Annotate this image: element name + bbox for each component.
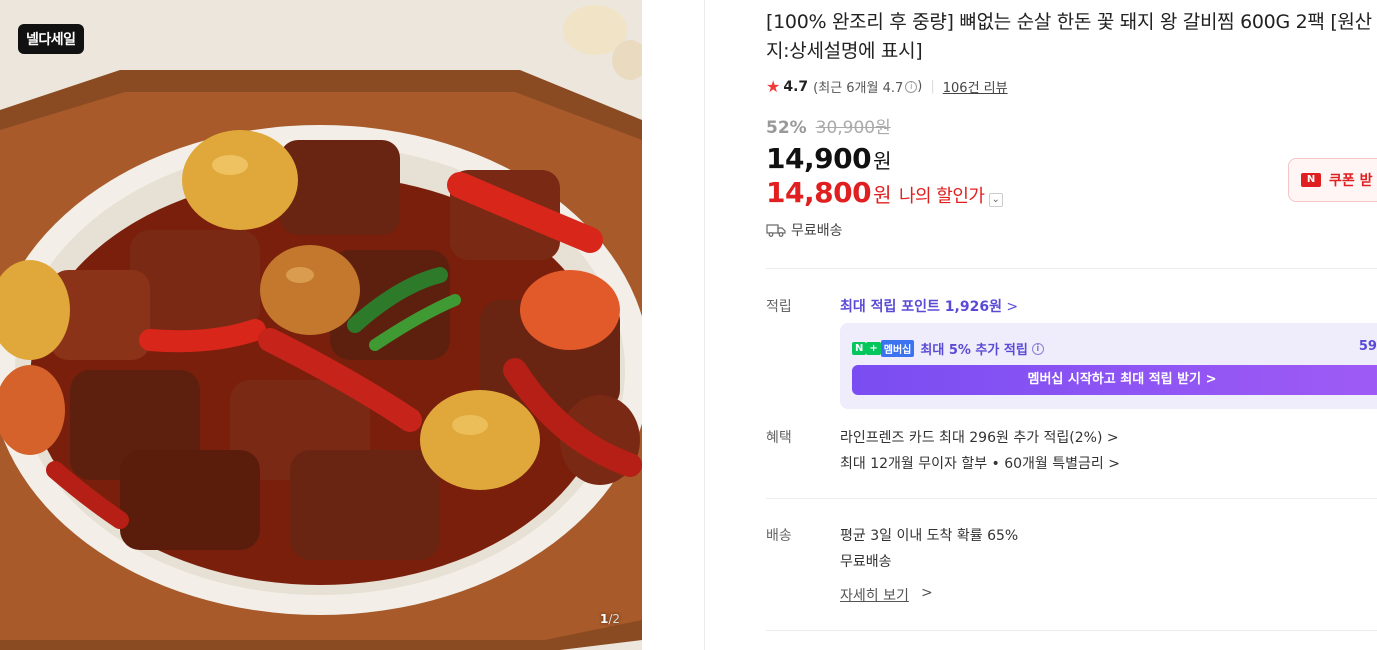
my-discount-price[interactable]: 14,800 원 나의 할인가 ⌄ [766, 176, 1003, 209]
info-icon[interactable]: i [1031, 342, 1044, 355]
membership-box: N + 멤버십 최대 5% 추가 적립 i 592 멤버십 시작하고 최대 적립… [840, 323, 1377, 409]
delivery-label: 배송 [766, 528, 792, 544]
membership-amount: 592 [1358, 339, 1377, 354]
free-shipping-row: 무료배송 [766, 220, 843, 240]
discount-row: 52% 30,900원 [766, 113, 891, 138]
chevron-down-icon[interactable]: ⌄ [988, 193, 1003, 207]
truck-icon [766, 224, 786, 237]
divider [766, 630, 1377, 631]
my-price-value: 14,800 [766, 176, 872, 209]
coupon-label: 쿠폰 받 [1329, 173, 1373, 189]
membership-start-button[interactable]: 멤버십 시작하고 최대 적립 받기 > [852, 365, 1377, 395]
sale-price: 14,900 원 [766, 142, 891, 175]
max-points-link[interactable]: 최대 적립 포인트 1,926원 > [840, 296, 1018, 316]
membership-extra-text: 최대 5% 추가 적립 [920, 343, 1028, 358]
product-image[interactable]: 넬다세일 1/2 [0, 0, 642, 650]
delivery-free: 무료배송 [840, 554, 892, 570]
price-unit: 원 [873, 149, 891, 173]
rating-recent-close: ) [917, 79, 923, 94]
discount-rate: 52% [766, 118, 807, 138]
rating-recent: (최근 6개월 4.7 [813, 81, 904, 96]
original-price: 30,900원 [815, 118, 891, 138]
page-total: /2 [608, 612, 620, 626]
divider [766, 268, 1377, 269]
rating-row: ★ 4.7 (최근 6개월 4.7 i ) | 106건 리뷰 [766, 77, 1008, 96]
braised-short-ribs-photo [0, 0, 642, 650]
my-price-label: 나의 할인가 [898, 186, 985, 207]
my-price-unit: 원 [873, 183, 891, 207]
reviews-link[interactable]: 106건 리뷰 [943, 77, 1008, 96]
delivery-probability: 평균 3일 이내 도착 확률 65% [840, 528, 1019, 544]
max-points-text: 최대 적립 포인트 1,926원 [840, 299, 1002, 315]
rating-score: 4.7 [783, 78, 809, 95]
chevron-right-icon: > [1001, 299, 1019, 315]
points-label: 적립 [766, 299, 792, 315]
n-coupon-icon: N [1301, 173, 1321, 187]
product-title: [100% 완조리 후 중량] 뼈없는 순살 한돈 꽃 돼지 왕 갈비찜 600… [766, 11, 1372, 62]
info-icon[interactable]: i [905, 80, 918, 93]
divider [766, 498, 1377, 499]
column-divider [704, 0, 705, 650]
image-pager: 1/2 [600, 612, 620, 626]
free-shipping-text: 무료배송 [791, 223, 843, 239]
sale-badge: 넬다세일 [18, 24, 84, 54]
benefits-label: 혜택 [766, 430, 792, 446]
coupon-button[interactable]: N 쿠폰 받 [1288, 158, 1377, 202]
card-benefit-link[interactable]: 라인프렌즈 카드 최대 296원 추가 적립(2%) > [840, 427, 1119, 447]
membership-extra-row: N + 멤버십 최대 5% 추가 적립 i [852, 339, 1044, 358]
delivery-detail-link[interactable]: 자세히 보기 [840, 585, 909, 605]
price-value: 14,900 [766, 142, 872, 175]
naver-n-icon: N [852, 342, 867, 355]
plus-icon: + [866, 342, 881, 355]
chevron-right-icon: > [921, 585, 933, 601]
separator: | [930, 79, 935, 94]
star-icon: ★ [766, 77, 781, 96]
product-info: [100% 완조리 후 중량] 뼈없는 순살 한돈 꽃 돼지 왕 갈비찜 600… [766, 0, 1377, 650]
installment-benefit-link[interactable]: 최대 12개월 무이자 할부 • 60개월 특별금리 > [840, 453, 1120, 473]
membership-tag: 멤버십 [880, 340, 915, 357]
